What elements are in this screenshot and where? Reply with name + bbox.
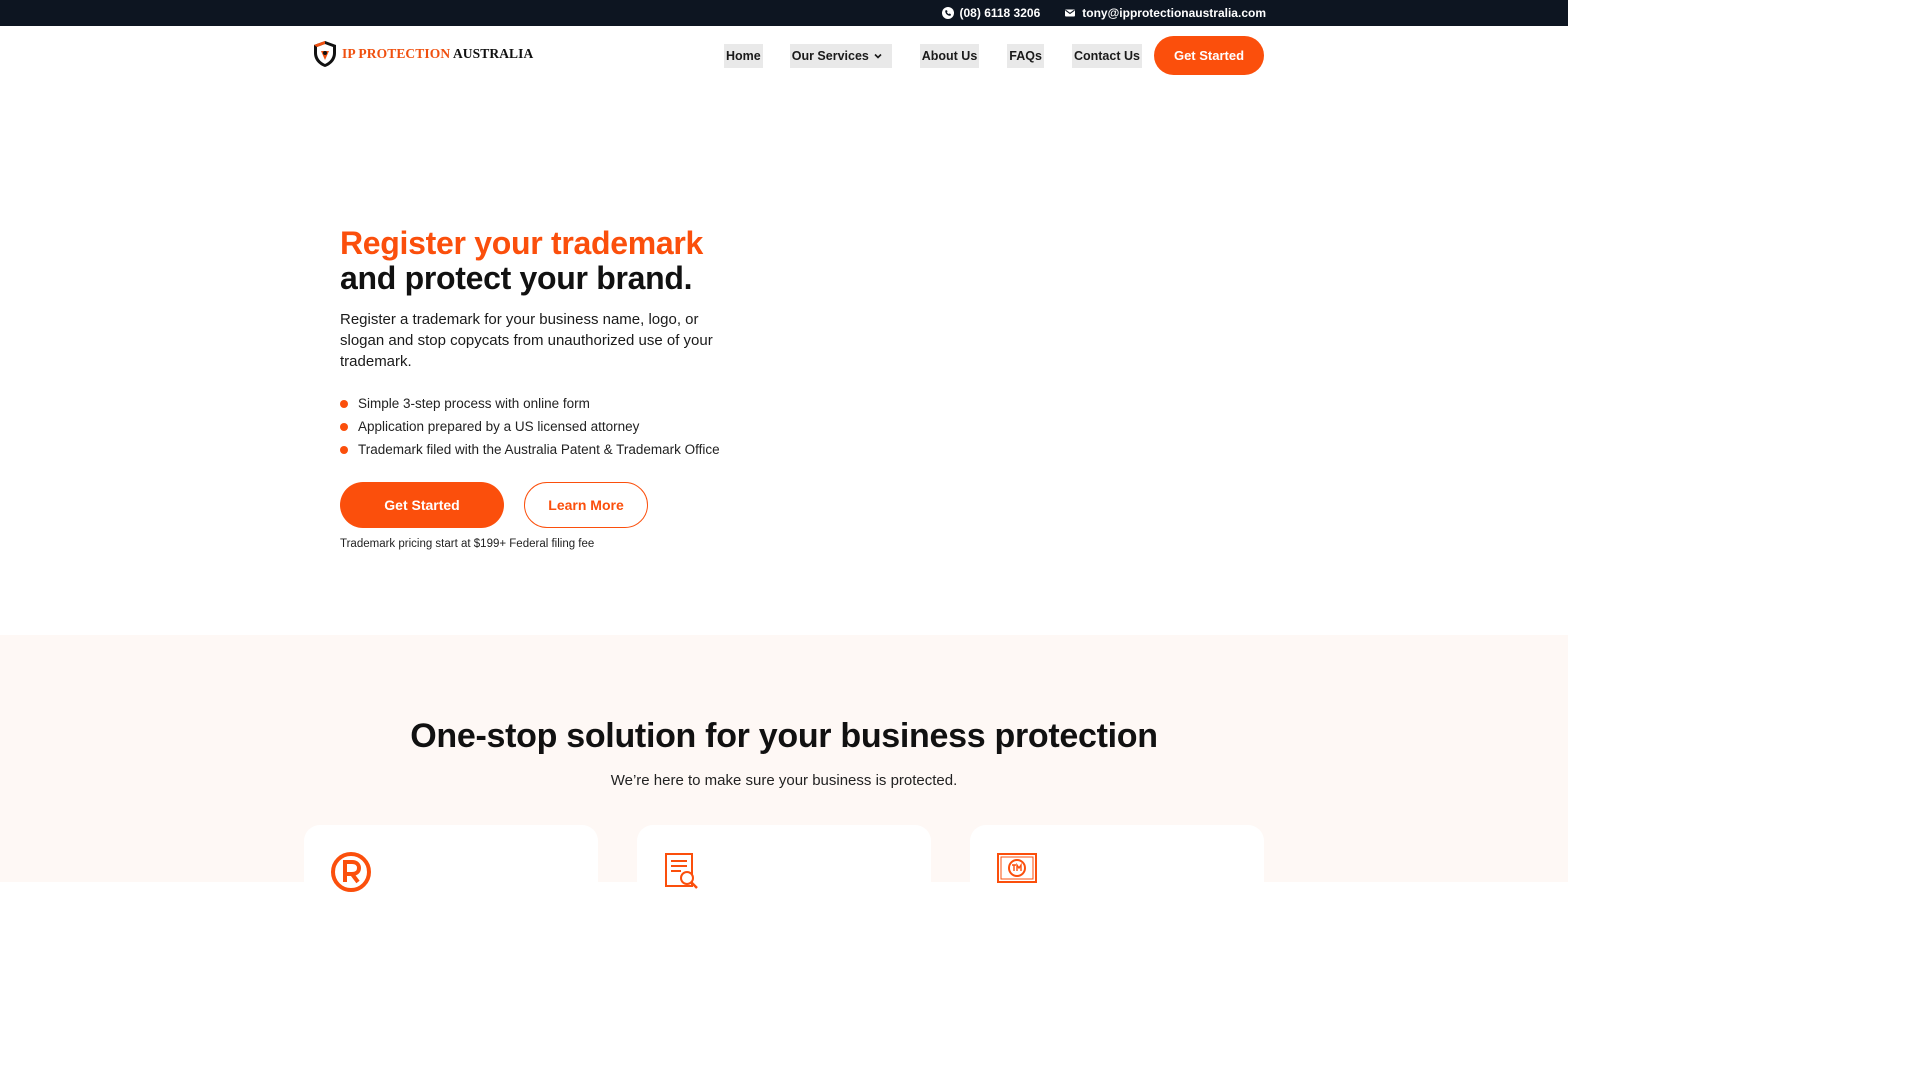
chevron-down-icon: [874, 53, 882, 59]
nav-get-started-button[interactable]: Get Started: [1154, 36, 1264, 75]
solutions-subtitle: We’re here to make sure your business is…: [610, 772, 958, 789]
main-navigation: IP PROTECTION AUSTRALIA Home Our Service…: [0, 26, 1568, 86]
list-item: Trademark filed with the Australia Paten…: [340, 438, 720, 461]
nav-item-our-services[interactable]: Our Services: [789, 44, 892, 68]
bullet-dot-icon: [340, 422, 348, 431]
email-contact[interactable]: tony@ipprotectionaustralia.com: [1064, 6, 1266, 20]
feature-text: Application prepared by a US licensed at…: [358, 419, 640, 434]
trademark-certificate-icon: [997, 853, 1037, 883]
phone-contact[interactable]: (08) 6118 3206: [941, 6, 1041, 20]
document-search-icon: [665, 853, 698, 889]
service-card-document-search[interactable]: [637, 825, 931, 905]
nav-item-contact-us[interactable]: Contact Us: [1071, 44, 1142, 68]
solutions-section: One-stop solution for your business prot…: [0, 635, 1568, 905]
nav-item-label: Our Services: [791, 49, 869, 63]
solutions-title: One-stop solution for your business prot…: [410, 717, 1158, 755]
nav-item-label: Contact Us: [1073, 49, 1140, 63]
brand-name: IP PROTECTION AUSTRALIA: [342, 46, 533, 62]
brand-name-rest: AUSTRALIA: [452, 46, 534, 61]
service-card-registered[interactable]: [304, 825, 598, 905]
phone-icon: [941, 7, 954, 19]
feature-text: Simple 3-step process with online form: [358, 396, 590, 411]
hero-title-accent: Register your trademark: [340, 225, 704, 261]
nav-item-label: Home: [726, 49, 761, 63]
bullet-dot-icon: [340, 445, 348, 454]
list-item: Application prepared by a US licensed at…: [340, 415, 720, 438]
nav-item-faqs[interactable]: FAQs: [1007, 44, 1044, 68]
hero-feature-list: Simple 3-step process with online form A…: [340, 392, 720, 461]
nav-menu: Home Our Services About Us FAQs Contact …: [724, 44, 1142, 68]
hero-title-rest: and protect your brand.: [340, 260, 693, 296]
nav-item-home[interactable]: Home: [724, 44, 763, 68]
list-item: Simple 3-step process with online form: [340, 392, 720, 415]
hero-learn-more-button[interactable]: Learn More: [524, 482, 648, 528]
bullet-dot-icon: [340, 399, 348, 408]
nav-item-label: FAQs: [1009, 49, 1042, 63]
mail-icon: [1065, 9, 1076, 17]
hero-get-started-button[interactable]: Get Started: [340, 482, 504, 528]
email-address[interactable]: tony@ipprotectionaustralia.com: [1082, 6, 1266, 20]
nav-item-label: About Us: [921, 49, 978, 63]
service-card-trademark[interactable]: [970, 825, 1264, 905]
hero-title: Register your trademark and protect your…: [340, 226, 703, 296]
shield-logo-icon: [314, 41, 336, 67]
hero-section: Register your trademark and protect your…: [0, 86, 1568, 635]
top-contact-bar: (08) 6118 3206 tony@ipprotectionaustrali…: [0, 0, 1568, 26]
nav-item-about-us[interactable]: About Us: [919, 44, 980, 68]
phone-number[interactable]: (08) 6118 3206: [960, 6, 1041, 20]
site-logo[interactable]: IP PROTECTION AUSTRALIA: [312, 40, 533, 68]
pricing-note: Trademark pricing start at $199+ Federal…: [340, 538, 595, 550]
brand-name-accent: IP PROTECTION: [342, 46, 451, 61]
registered-mark-icon: [331, 852, 371, 892]
hero-lead-text: Register a trademark for your business n…: [340, 311, 713, 370]
feature-text: Trademark filed with the Australia Paten…: [358, 442, 720, 457]
